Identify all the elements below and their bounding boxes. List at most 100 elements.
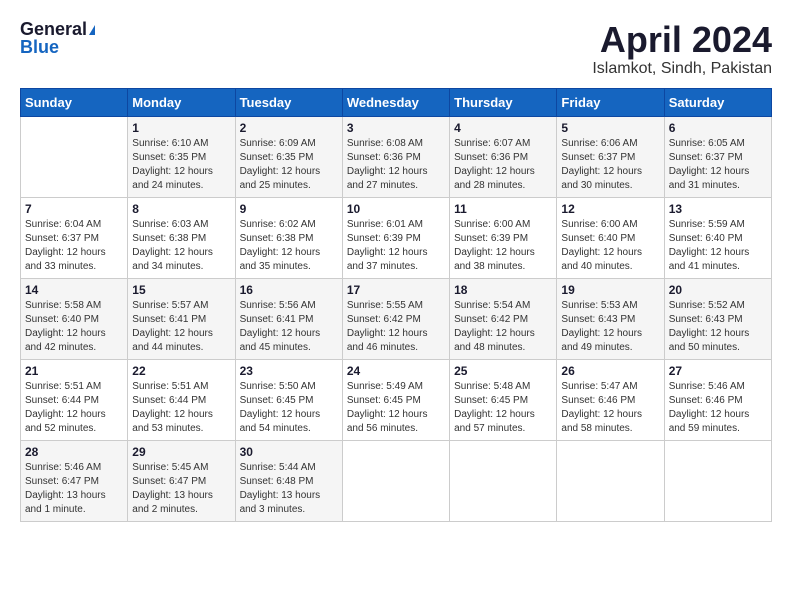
day-cell: 1 Sunrise: 6:10 AMSunset: 6:35 PMDayligh… (128, 116, 235, 197)
header-day-saturday: Saturday (664, 88, 771, 116)
day-cell: 20 Sunrise: 5:52 AMSunset: 6:43 PMDaylig… (664, 278, 771, 359)
day-number: 17 (347, 283, 445, 297)
day-detail: Sunrise: 6:05 AMSunset: 6:37 PMDaylight:… (669, 138, 750, 191)
day-number: 20 (669, 283, 767, 297)
day-cell: 5 Sunrise: 6:06 AMSunset: 6:37 PMDayligh… (557, 116, 664, 197)
day-detail: Sunrise: 5:57 AMSunset: 6:41 PMDaylight:… (132, 300, 213, 353)
day-detail: Sunrise: 6:08 AMSunset: 6:36 PMDaylight:… (347, 138, 428, 191)
day-cell: 7 Sunrise: 6:04 AMSunset: 6:37 PMDayligh… (21, 197, 128, 278)
day-number: 7 (25, 202, 123, 216)
day-cell: 15 Sunrise: 5:57 AMSunset: 6:41 PMDaylig… (128, 278, 235, 359)
week-row-3: 14 Sunrise: 5:58 AMSunset: 6:40 PMDaylig… (21, 278, 772, 359)
day-detail: Sunrise: 6:10 AMSunset: 6:35 PMDaylight:… (132, 138, 213, 191)
day-cell: 14 Sunrise: 5:58 AMSunset: 6:40 PMDaylig… (21, 278, 128, 359)
title-area: April 2024 Islamkot, Sindh, Pakistan (592, 20, 772, 78)
day-number: 2 (240, 121, 338, 135)
logo-blue-text: Blue (20, 38, 59, 56)
calendar-body: 1 Sunrise: 6:10 AMSunset: 6:35 PMDayligh… (21, 116, 772, 521)
day-detail: Sunrise: 6:01 AMSunset: 6:39 PMDaylight:… (347, 219, 428, 272)
day-detail: Sunrise: 5:45 AMSunset: 6:47 PMDaylight:… (132, 462, 213, 515)
day-cell: 23 Sunrise: 5:50 AMSunset: 6:45 PMDaylig… (235, 359, 342, 440)
day-number: 5 (561, 121, 659, 135)
day-cell: 4 Sunrise: 6:07 AMSunset: 6:36 PMDayligh… (450, 116, 557, 197)
day-detail: Sunrise: 6:02 AMSunset: 6:38 PMDaylight:… (240, 219, 321, 272)
day-detail: Sunrise: 5:56 AMSunset: 6:41 PMDaylight:… (240, 300, 321, 353)
day-detail: Sunrise: 5:54 AMSunset: 6:42 PMDaylight:… (454, 300, 535, 353)
header: General Blue April 2024 Islamkot, Sindh,… (20, 20, 772, 78)
day-cell: 13 Sunrise: 5:59 AMSunset: 6:40 PMDaylig… (664, 197, 771, 278)
day-cell (342, 440, 449, 521)
day-cell: 6 Sunrise: 6:05 AMSunset: 6:37 PMDayligh… (664, 116, 771, 197)
day-detail: Sunrise: 6:00 AMSunset: 6:39 PMDaylight:… (454, 219, 535, 272)
day-cell (664, 440, 771, 521)
day-cell: 11 Sunrise: 6:00 AMSunset: 6:39 PMDaylig… (450, 197, 557, 278)
day-cell: 8 Sunrise: 6:03 AMSunset: 6:38 PMDayligh… (128, 197, 235, 278)
day-detail: Sunrise: 5:59 AMSunset: 6:40 PMDaylight:… (669, 219, 750, 272)
day-detail: Sunrise: 6:04 AMSunset: 6:37 PMDaylight:… (25, 219, 106, 272)
week-row-2: 7 Sunrise: 6:04 AMSunset: 6:37 PMDayligh… (21, 197, 772, 278)
day-number: 6 (669, 121, 767, 135)
day-cell: 19 Sunrise: 5:53 AMSunset: 6:43 PMDaylig… (557, 278, 664, 359)
day-cell: 26 Sunrise: 5:47 AMSunset: 6:46 PMDaylig… (557, 359, 664, 440)
day-cell: 21 Sunrise: 5:51 AMSunset: 6:44 PMDaylig… (21, 359, 128, 440)
header-day-tuesday: Tuesday (235, 88, 342, 116)
day-cell: 28 Sunrise: 5:46 AMSunset: 6:47 PMDaylig… (21, 440, 128, 521)
calendar-table: SundayMondayTuesdayWednesdayThursdayFrid… (20, 88, 772, 522)
day-detail: Sunrise: 5:58 AMSunset: 6:40 PMDaylight:… (25, 300, 106, 353)
day-detail: Sunrise: 6:07 AMSunset: 6:36 PMDaylight:… (454, 138, 535, 191)
day-detail: Sunrise: 6:00 AMSunset: 6:40 PMDaylight:… (561, 219, 642, 272)
day-detail: Sunrise: 5:51 AMSunset: 6:44 PMDaylight:… (132, 381, 213, 434)
day-cell: 22 Sunrise: 5:51 AMSunset: 6:44 PMDaylig… (128, 359, 235, 440)
day-cell (21, 116, 128, 197)
day-cell: 17 Sunrise: 5:55 AMSunset: 6:42 PMDaylig… (342, 278, 449, 359)
day-number: 25 (454, 364, 552, 378)
day-cell (557, 440, 664, 521)
day-number: 10 (347, 202, 445, 216)
day-number: 18 (454, 283, 552, 297)
day-number: 15 (132, 283, 230, 297)
day-cell: 30 Sunrise: 5:44 AMSunset: 6:48 PMDaylig… (235, 440, 342, 521)
day-number: 29 (132, 445, 230, 459)
day-detail: Sunrise: 5:51 AMSunset: 6:44 PMDaylight:… (25, 381, 106, 434)
day-number: 13 (669, 202, 767, 216)
day-detail: Sunrise: 5:44 AMSunset: 6:48 PMDaylight:… (240, 462, 321, 515)
day-detail: Sunrise: 5:52 AMSunset: 6:43 PMDaylight:… (669, 300, 750, 353)
header-day-wednesday: Wednesday (342, 88, 449, 116)
week-row-4: 21 Sunrise: 5:51 AMSunset: 6:44 PMDaylig… (21, 359, 772, 440)
calendar-header-row: SundayMondayTuesdayWednesdayThursdayFrid… (21, 88, 772, 116)
month-title: April 2024 (592, 20, 772, 60)
day-number: 24 (347, 364, 445, 378)
day-number: 23 (240, 364, 338, 378)
day-number: 22 (132, 364, 230, 378)
day-cell: 9 Sunrise: 6:02 AMSunset: 6:38 PMDayligh… (235, 197, 342, 278)
day-number: 16 (240, 283, 338, 297)
day-number: 1 (132, 121, 230, 135)
day-number: 26 (561, 364, 659, 378)
location-text: Islamkot, Sindh, Pakistan (592, 60, 772, 78)
day-cell: 12 Sunrise: 6:00 AMSunset: 6:40 PMDaylig… (557, 197, 664, 278)
day-detail: Sunrise: 5:49 AMSunset: 6:45 PMDaylight:… (347, 381, 428, 434)
header-day-monday: Monday (128, 88, 235, 116)
day-detail: Sunrise: 5:47 AMSunset: 6:46 PMDaylight:… (561, 381, 642, 434)
day-number: 21 (25, 364, 123, 378)
day-number: 8 (132, 202, 230, 216)
day-cell: 18 Sunrise: 5:54 AMSunset: 6:42 PMDaylig… (450, 278, 557, 359)
day-number: 12 (561, 202, 659, 216)
week-row-1: 1 Sunrise: 6:10 AMSunset: 6:35 PMDayligh… (21, 116, 772, 197)
day-detail: Sunrise: 5:48 AMSunset: 6:45 PMDaylight:… (454, 381, 535, 434)
day-cell (450, 440, 557, 521)
logo: General Blue (20, 20, 95, 56)
day-number: 14 (25, 283, 123, 297)
day-cell: 3 Sunrise: 6:08 AMSunset: 6:36 PMDayligh… (342, 116, 449, 197)
logo-general-text: General (20, 20, 87, 38)
day-cell: 29 Sunrise: 5:45 AMSunset: 6:47 PMDaylig… (128, 440, 235, 521)
day-cell: 27 Sunrise: 5:46 AMSunset: 6:46 PMDaylig… (664, 359, 771, 440)
day-detail: Sunrise: 6:03 AMSunset: 6:38 PMDaylight:… (132, 219, 213, 272)
day-detail: Sunrise: 6:09 AMSunset: 6:35 PMDaylight:… (240, 138, 321, 191)
day-number: 3 (347, 121, 445, 135)
day-detail: Sunrise: 5:46 AMSunset: 6:47 PMDaylight:… (25, 462, 106, 515)
day-detail: Sunrise: 5:55 AMSunset: 6:42 PMDaylight:… (347, 300, 428, 353)
day-cell: 24 Sunrise: 5:49 AMSunset: 6:45 PMDaylig… (342, 359, 449, 440)
day-number: 11 (454, 202, 552, 216)
day-detail: Sunrise: 5:46 AMSunset: 6:46 PMDaylight:… (669, 381, 750, 434)
